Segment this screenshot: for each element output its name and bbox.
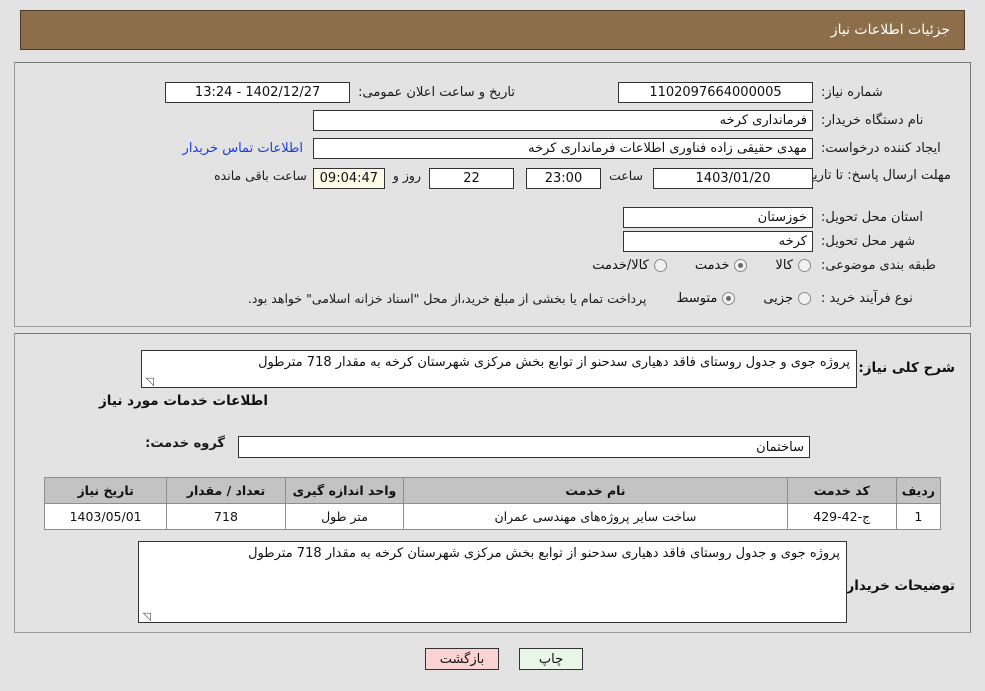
th-unit: واحد اندازه گیری [284, 477, 405, 504]
field-response-deadline: مهلت ارسال پاسخ: تا تاریخ: 1403/01/20 سا… [214, 168, 951, 189]
field-request-creator: ایجاد کننده درخواست: مهدی حقیقی زاده فنا… [183, 138, 951, 159]
field-public-announcement: تاریخ و ساعت اعلان عمومی: 13:24 - 1402/1… [165, 82, 515, 103]
radio-label-goods: کالا [775, 258, 793, 273]
buyer-notes-textarea[interactable]: پروژه جوی و جدول روستای فاقد دهیاری سدحن… [138, 541, 847, 623]
radio-icon-service[interactable] [734, 259, 748, 272]
remaining-hours-label: ساعت باقی مانده [214, 168, 307, 183]
delivery-city-label: شهر محل تحویل: [821, 234, 916, 249]
cell-need-date: 1403/05/01 [43, 503, 168, 530]
radio-label-service: خدمت [694, 258, 730, 273]
need-summary-textarea[interactable]: پروژه جوی و جدول روستای فاقد دهیاری سدحن… [141, 350, 857, 388]
buyer-org-label: نام دستگاه خریدار: [821, 113, 924, 128]
page-title-bar: جزئیات اطلاعات نیاز [20, 10, 965, 50]
buyer-contact-link[interactable]: اطلاعات تماس خریدار [183, 141, 303, 156]
th-quantity: تعداد / مقدار [166, 477, 286, 504]
remaining-hours-timer: 09:04:47 [312, 168, 385, 189]
resize-grip-icon-notes[interactable]: ◹ [141, 611, 151, 622]
radio-category-goods-service[interactable]: کالا/خدمت [592, 258, 667, 273]
response-deadline-label: مهلت ارسال پاسخ: تا تاریخ: [801, 168, 951, 183]
radio-label-minor: جزیی [763, 291, 793, 306]
th-service-code: کد خدمت [786, 477, 897, 504]
field-service-group: گروه خدمت: [145, 436, 225, 451]
th-service-name: نام خدمت [403, 477, 788, 504]
buyer-notes-value: پروژه جوی و جدول روستای فاقد دهیاری سدحن… [248, 546, 840, 561]
services-section-heading: اطلاعات خدمات مورد نیاز [98, 393, 268, 409]
public-announcement-label: تاریخ و ساعت اعلان عمومی: [358, 85, 515, 100]
field-subject-category: طبقه بندی موضوعی: کالا خدمت کالا/خدمت [592, 258, 951, 273]
request-creator-label: ایجاد کننده درخواست: [821, 141, 941, 156]
delivery-province-label: استان محل تحویل: [821, 210, 923, 225]
request-creator-value: مهدی حقیقی زاده فناوری اطلاعات فرمانداری… [313, 138, 813, 159]
radio-icon-goods-service[interactable] [653, 259, 667, 272]
public-announcement-value: 13:24 - 1402/12/27 [165, 82, 351, 103]
service-group-label: گروه خدمت: [145, 436, 225, 451]
field-delivery-city: شهر محل تحویل: کرخه [623, 231, 951, 252]
cell-service-name: ساخت سایر پروژه‌های مهندسی عمران [403, 503, 788, 530]
radio-icon-minor[interactable] [798, 292, 811, 305]
remaining-days-label: روز و [392, 168, 421, 183]
radio-category-goods[interactable]: کالا [775, 258, 811, 273]
th-row-no: ردیف [895, 477, 942, 504]
print-button[interactable]: چاپ [519, 648, 583, 670]
back-button[interactable]: بازگشت [425, 648, 499, 670]
buyer-org-value: فرمانداری کرخه [313, 110, 813, 131]
need-number-label: شماره نیاز: [821, 85, 883, 100]
services-table: ردیف کد خدمت نام خدمت واحد اندازه گیری ت… [43, 477, 942, 530]
radio-icon-goods[interactable] [798, 259, 811, 272]
need-summary-label: شرح کلی نیاز: [858, 360, 955, 376]
table-row: 1 ج-42-429 ساخت سایر پروژه‌های مهندسی عم… [43, 503, 942, 530]
deadline-time-value: 23:00 [525, 168, 601, 189]
field-need-number: شماره نیاز: 1102097664000005 [618, 82, 951, 103]
cell-row-no: 1 [895, 503, 942, 530]
radio-category-service[interactable]: خدمت [695, 258, 748, 273]
cell-unit: متر طول [284, 503, 405, 530]
field-buyer-org: نام دستگاه خریدار: فرمانداری کرخه [313, 110, 951, 131]
cell-service-code: ج-42-429 [786, 503, 897, 530]
radio-label-medium: متوسط [676, 291, 718, 306]
radio-icon-medium[interactable] [722, 292, 736, 305]
radio-purchase-medium[interactable]: متوسط [676, 291, 736, 306]
buyer-notes-label: توضیحات خریدار: [841, 578, 955, 594]
field-delivery-province: استان محل تحویل: خوزستان [623, 207, 951, 228]
page-title: جزئیات اطلاعات نیاز [830, 22, 950, 38]
purchase-type-label: نوع فرآیند خرید : [821, 291, 913, 306]
need-number-value: 1102097664000005 [618, 82, 813, 103]
field-purchase-type: نوع فرآیند خرید : جزیی متوسط پرداخت تمام… [248, 291, 951, 306]
table-header-row: ردیف کد خدمت نام خدمت واحد اندازه گیری ت… [43, 477, 942, 504]
radio-label-goods-service: کالا/خدمت [592, 258, 649, 273]
remaining-days-value: 22 [428, 168, 514, 189]
deadline-time-label: ساعت [608, 168, 643, 183]
resize-grip-icon[interactable]: ◹ [144, 376, 154, 387]
page-root: جزئیات اطلاعات نیاز AriaTender.net شماره… [0, 0, 985, 691]
delivery-city-value: کرخه [623, 231, 813, 252]
delivery-province-value: خوزستان [623, 207, 813, 228]
need-summary-value: پروژه جوی و جدول روستای فاقد دهیاری سدحن… [258, 355, 850, 370]
service-group-value: ساختمان [238, 436, 810, 458]
islamic-treasury-note: پرداخت تمام یا بخشی از مبلغ خرید،از محل … [247, 291, 647, 306]
radio-purchase-minor[interactable]: جزیی [763, 291, 811, 306]
response-deadline-date: 1403/01/20 [653, 168, 813, 189]
subject-category-label: طبقه بندی موضوعی: [821, 258, 937, 273]
cell-quantity: 718 [166, 503, 286, 530]
th-need-date: تاریخ نیاز [43, 477, 168, 504]
